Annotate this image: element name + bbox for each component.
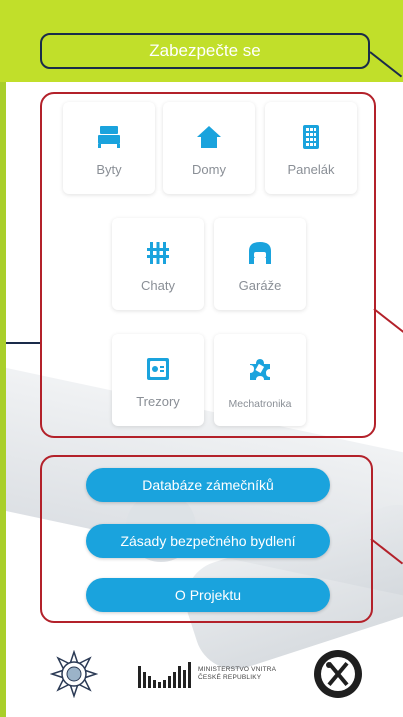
tile-trezory[interactable]: Trezory [112, 334, 204, 426]
button-label: Databáze zámečníků [142, 477, 274, 493]
tile-panelak[interactable]: Panelák [265, 102, 357, 194]
tile-label: Mechatronika [228, 398, 292, 410]
ministry-text: MINISTERSTVO VNITRA ČESKÉ REPUBLIKY [198, 666, 276, 682]
tile-chaty[interactable]: Chaty [112, 218, 204, 310]
garage-car-icon [249, 242, 271, 264]
tile-label: Chaty [141, 278, 175, 293]
about-project-button[interactable]: O Projektu [86, 578, 330, 612]
tile-label: Trezory [136, 394, 180, 409]
tile-label: Panelák [287, 162, 335, 177]
tile-label: Byty [96, 162, 122, 177]
button-label: O Projektu [174, 587, 242, 603]
fence-icon [147, 242, 169, 264]
locksmith-database-button[interactable]: Databáze zámečníků [86, 468, 330, 502]
police-star-logo-icon [50, 650, 98, 698]
house-icon [197, 126, 221, 148]
tile-byty[interactable]: Byty [63, 102, 155, 194]
locksmith-association-logo-icon [314, 650, 362, 698]
tile-mechatronika[interactable]: Mechatronika [214, 334, 306, 426]
ministry-logo-icon [138, 662, 191, 688]
bed-icon [98, 126, 120, 148]
footer-logos: MINISTERSTVO VNITRA ČESKÉ REPUBLIKY [0, 640, 403, 717]
building-icon [303, 125, 319, 149]
puzzle-icon [250, 359, 270, 380]
annotation-pointer-left [6, 342, 42, 344]
tile-label: Domy [192, 162, 226, 177]
button-label: Zásady bezpečného bydlení [120, 533, 296, 549]
ministry-line-2: ČESKÉ REPUBLIKY [198, 674, 262, 681]
ministry-line-1: MINISTERSTVO VNITRA [198, 666, 277, 673]
safe-icon [147, 358, 169, 380]
page-title: Zabezpečte se [40, 33, 370, 69]
tile-garaze[interactable]: Garáže [214, 218, 306, 310]
tile-label: Garáže [238, 278, 282, 293]
page-title-text: Zabezpečte se [149, 41, 261, 60]
header-bar: Zabezpečte se [0, 0, 403, 82]
safe-living-principles-button[interactable]: Zásady bezpečného bydlení [86, 524, 330, 558]
tile-domy[interactable]: Domy [163, 102, 255, 194]
